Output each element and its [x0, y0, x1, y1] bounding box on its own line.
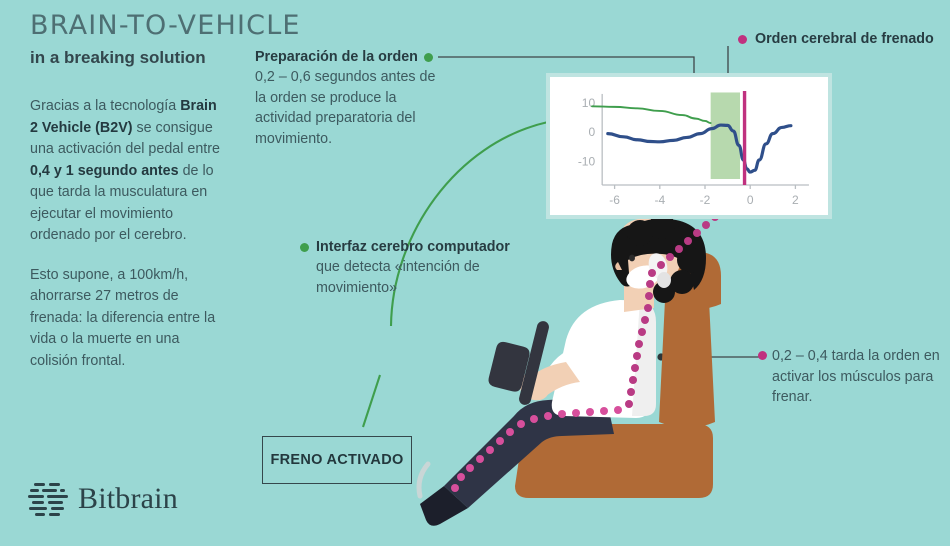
steering-wheel [488, 321, 549, 405]
driver-arm [520, 340, 608, 401]
y-tick-label: 10 [582, 96, 596, 110]
intro-p1-bold2: 0,4 y 1 segundo antes [30, 162, 179, 179]
car-seat [515, 252, 721, 498]
brake-leader-line [362, 374, 381, 428]
signal-trail-head-to-spine [625, 280, 654, 408]
green-dot-icon [423, 52, 433, 62]
y-tick-label: -10 [578, 155, 596, 169]
brake-activated-label: FRENO ACTIVADO [270, 452, 404, 468]
driver-head [611, 213, 706, 312]
annotation-brain-order-heading-text: Orden cerebral de frenado [755, 31, 934, 47]
annotation-bci: Interfaz cerebro computador que detecta … [300, 238, 515, 298]
driver-torso [551, 300, 656, 418]
x-tick-label: -4 [654, 193, 665, 207]
muscle-leader-endpoint [657, 353, 665, 361]
annotation-preparation-heading: Preparación de la orden [255, 48, 437, 67]
page-title: BRAIN-TO-VEHICLE [30, 10, 301, 41]
annotation-muscle-body: 0,2 – 0,4 tarda la orden en activar los … [772, 348, 940, 405]
brand-logo: Bitbrain [28, 480, 178, 518]
magenta-dot-icon [738, 34, 747, 44]
intro-paragraph-1: Gracias a la tecnología Brain 2 Vehicle … [30, 96, 222, 247]
brand-name: Bitbrain [78, 482, 178, 515]
x-tick-label: -6 [609, 193, 620, 207]
annotation-muscle: 0,2 – 0,4 tarda la orden en activar los … [758, 346, 947, 408]
annotation-brain-order-heading: Orden cerebral de frenado [738, 30, 950, 49]
driver-legs [416, 396, 614, 526]
magenta-dot-icon [758, 351, 767, 360]
annotation-bci-body: que detecta «intención de movimiento» [316, 259, 480, 296]
annotation-bci-heading: Interfaz cerebro computador [300, 238, 515, 257]
annotation-preparation-heading-text: Preparación de la orden [255, 49, 418, 65]
annotation-brain-order: Orden cerebral de frenado [738, 30, 950, 49]
y-tick-label: 0 [588, 125, 595, 139]
green-dot-icon [300, 242, 309, 252]
signal-trail-spine-to-foot [451, 406, 622, 492]
readiness-potential-line [606, 123, 793, 174]
x-tick-label: -2 [700, 193, 711, 207]
bci-detection-curve-line [591, 105, 712, 124]
x-tick-label: 0 [747, 193, 754, 207]
intro-p1-part1: Gracias a la tecnología [30, 98, 181, 114]
eeg-chart: -6 -4 -2 0 2 10 0 -10 [578, 91, 809, 207]
bitbrain-bars-icon [28, 483, 68, 516]
page-subtitle: in a breaking solution [30, 48, 206, 67]
annotation-preparation-body: 0,2 – 0,6 segundos antes de la orden se … [255, 69, 436, 147]
annotation-preparation: Preparación de la orden 0,2 – 0,6 segund… [255, 48, 437, 149]
intro-paragraph-2: Esto supone, a 100km/h, ahorrarse 27 met… [30, 266, 216, 369]
intro-copy: Gracias a la tecnología Brain 2 Vehicle … [30, 96, 222, 390]
annotation-bci-heading-text: Interfaz cerebro computador [316, 239, 510, 255]
brake-activated-box: FRENO ACTIVADO [262, 436, 412, 484]
eeg-chart-panel: -6 -4 -2 0 2 10 0 -10 [546, 73, 832, 219]
x-tick-label: 2 [792, 193, 799, 207]
